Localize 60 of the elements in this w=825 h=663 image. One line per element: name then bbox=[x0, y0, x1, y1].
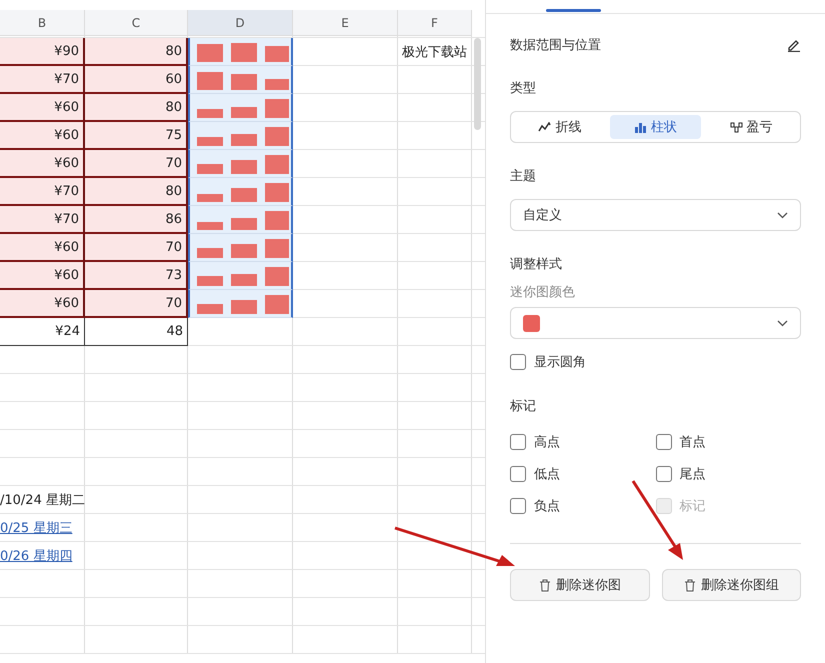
table-cell: 75 bbox=[85, 122, 188, 150]
table-cell: 48 bbox=[85, 318, 188, 346]
section-title: 调整样式 bbox=[510, 256, 563, 273]
date-text: /10/24 星期二 bbox=[0, 492, 85, 509]
column-header[interactable]: F bbox=[398, 10, 472, 36]
marker-checkbox[interactable]: 负点 bbox=[510, 497, 656, 515]
table-cell: ¥70 bbox=[0, 178, 85, 206]
bar-chart-icon bbox=[634, 122, 647, 132]
trash-icon bbox=[538, 578, 551, 592]
table-cell: ¥90 bbox=[0, 38, 85, 66]
chart-type-tab[interactable]: 盈亏 bbox=[705, 115, 798, 139]
chart-type-tab[interactable]: 折线 bbox=[514, 115, 606, 139]
table-cell: 73 bbox=[85, 262, 188, 290]
table-cell: 70 bbox=[85, 234, 188, 262]
marker-checkbox[interactable]: 低点 bbox=[510, 465, 656, 483]
date-link[interactable]: 0/26 星期四 bbox=[0, 547, 72, 565]
delete-button[interactable]: 删除迷你图 bbox=[510, 569, 650, 601]
marker-checkbox[interactable]: 尾点 bbox=[656, 465, 801, 483]
table-cell: 70 bbox=[85, 290, 188, 318]
table-cell-text: 极光下载站 bbox=[401, 44, 468, 62]
section-title: 数据范围与位置 bbox=[510, 37, 601, 54]
delete-button[interactable]: 删除迷你图组 bbox=[662, 569, 801, 601]
marker-checkbox[interactable]: 高点 bbox=[510, 433, 656, 451]
table-cell: ¥70 bbox=[0, 206, 85, 234]
chevron-down-icon bbox=[777, 320, 788, 326]
table-cell: ¥60 bbox=[0, 122, 85, 150]
table-cell: ¥60 bbox=[0, 262, 85, 290]
table-cell: ¥60 bbox=[0, 150, 85, 178]
section-title: 标记 bbox=[510, 398, 537, 415]
pencil-icon[interactable] bbox=[787, 38, 801, 52]
table-cell: ¥60 bbox=[0, 234, 85, 262]
chevron-down-icon bbox=[777, 212, 788, 218]
table-cell: ¥24 bbox=[0, 318, 85, 346]
table-cell: ¥70 bbox=[0, 66, 85, 94]
table-cell: 60 bbox=[85, 66, 188, 94]
table-cell: ¥60 bbox=[0, 290, 85, 318]
table-cell: 80 bbox=[85, 38, 188, 66]
table-cell: ¥60 bbox=[0, 94, 85, 122]
date-link[interactable]: 0/25 星期三 bbox=[0, 519, 72, 537]
marker-checkbox[interactable]: 首点 bbox=[656, 433, 801, 451]
line-chart-icon bbox=[538, 122, 552, 132]
section-title: 类型 bbox=[510, 80, 537, 97]
rounded-checkbox[interactable]: 显示圆角 bbox=[510, 353, 801, 371]
scrollbar[interactable] bbox=[474, 38, 481, 130]
table-cell: 70 bbox=[85, 150, 188, 178]
table-cell: 80 bbox=[85, 94, 188, 122]
theme-select[interactable]: 自定义 bbox=[510, 199, 801, 231]
field-label: 迷你图颜色 bbox=[510, 284, 576, 301]
column-header[interactable]: E bbox=[293, 10, 398, 36]
color-select[interactable] bbox=[510, 307, 801, 339]
chart-type-tab[interactable]: 柱状 bbox=[610, 115, 702, 139]
trash-icon bbox=[684, 578, 696, 592]
column-header[interactable]: B bbox=[0, 10, 85, 36]
section-title: 主题 bbox=[510, 168, 537, 185]
winloss-chart-icon bbox=[730, 122, 743, 132]
tab-indicator bbox=[546, 9, 601, 12]
table-cell: 86 bbox=[85, 206, 188, 234]
column-header[interactable]: D bbox=[188, 10, 293, 36]
column-header[interactable]: C bbox=[85, 10, 188, 36]
table-cell: 80 bbox=[85, 178, 188, 206]
